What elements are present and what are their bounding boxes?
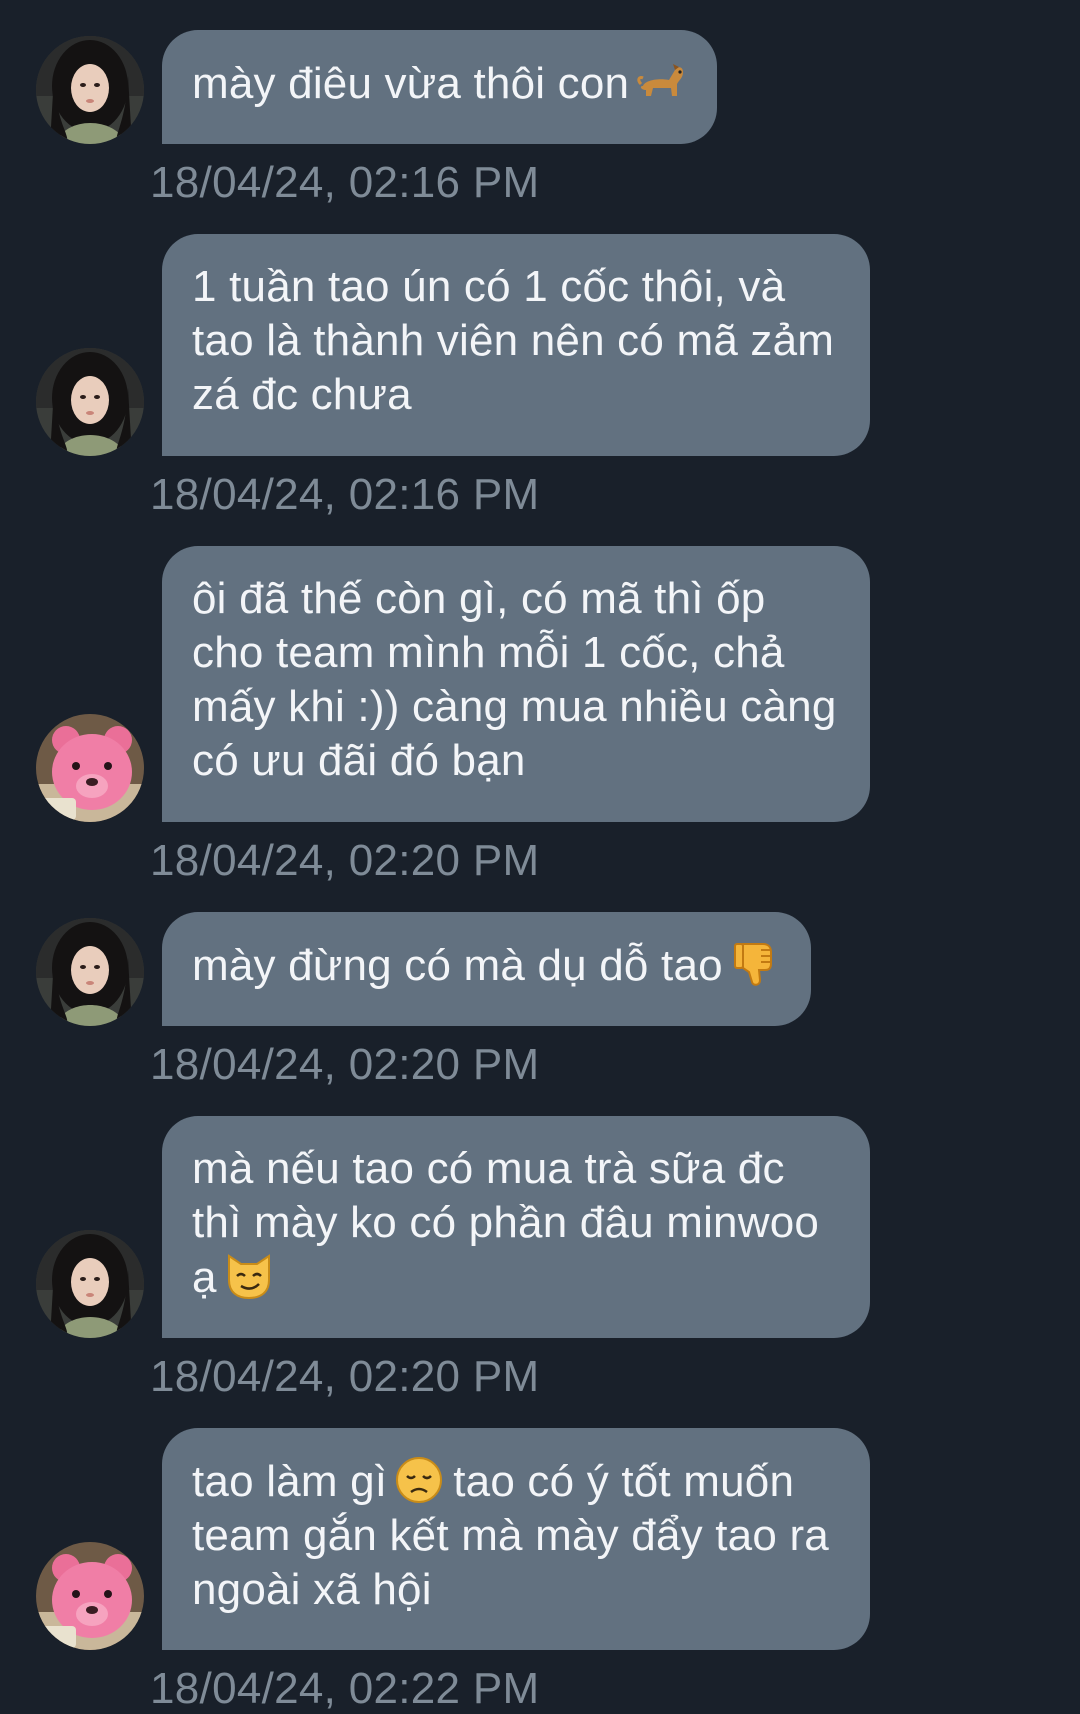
disappointed-face-icon <box>393 1454 445 1506</box>
pink-bear-icon <box>36 1542 144 1650</box>
smirking-cat-icon <box>223 1250 275 1302</box>
avatar-girl[interactable] <box>36 348 144 456</box>
message-bubble[interactable]: tao làm gì tao có ý tốt muốn team gắn kế… <box>162 1428 870 1650</box>
message-timestamp: 18/04/24, 02:20 PM <box>150 1040 540 1089</box>
girl-photo-icon <box>36 1230 144 1338</box>
thumbs-down-icon <box>729 938 781 990</box>
message-timestamp: 18/04/24, 02:22 PM <box>150 1664 540 1713</box>
girl-photo-icon <box>36 918 144 1026</box>
message-bubble[interactable]: ôi đã thế còn gì, có mã thì ốp cho team … <box>162 546 870 822</box>
message-timestamp: 18/04/24, 02:16 PM <box>150 470 540 519</box>
message-bubble[interactable]: 1 tuần tao ún có 1 cốc thôi, và tao là t… <box>162 234 870 456</box>
avatar-pink-bear[interactable] <box>36 1542 144 1650</box>
message-timestamp: 18/04/24, 02:20 PM <box>150 1352 540 1401</box>
message-bubble[interactable]: mày đừng có mà dụ dỗ tao <box>162 912 811 1026</box>
avatar-pink-bear[interactable] <box>36 714 144 822</box>
pink-bear-icon <box>36 714 144 822</box>
message-text-before-emoji: tao làm gì <box>192 1457 388 1506</box>
chat-thread[interactable]: mày điêu vừa thôi con 18/04/24, 02:16 PM <box>0 0 1080 1713</box>
message-text: mày đừng có mà dụ dỗ tao <box>192 941 723 990</box>
message-text: mà nếu tao có mua trà sữa đc thì mày ko … <box>192 1144 832 1302</box>
message-text: mày điêu vừa thôi con <box>192 59 630 108</box>
message-bubble[interactable]: mày điêu vừa thôi con <box>162 30 718 144</box>
message-text: 1 tuần tao ún có 1 cốc thôi, và tao là t… <box>192 262 847 419</box>
avatar-girl[interactable] <box>36 918 144 1026</box>
message-timestamp: 18/04/24, 02:16 PM <box>150 158 540 207</box>
avatar-girl[interactable] <box>36 1230 144 1338</box>
message-bubble[interactable]: mà nếu tao có mua trà sữa đc thì mày ko … <box>162 1116 870 1338</box>
dog-icon <box>635 56 687 108</box>
girl-photo-icon <box>36 36 144 144</box>
message-text: ôi đã thế còn gì, có mã thì ốp cho team … <box>192 574 849 785</box>
message-timestamp: 18/04/24, 02:20 PM <box>150 836 540 885</box>
avatar-girl[interactable] <box>36 36 144 144</box>
girl-photo-icon <box>36 348 144 456</box>
